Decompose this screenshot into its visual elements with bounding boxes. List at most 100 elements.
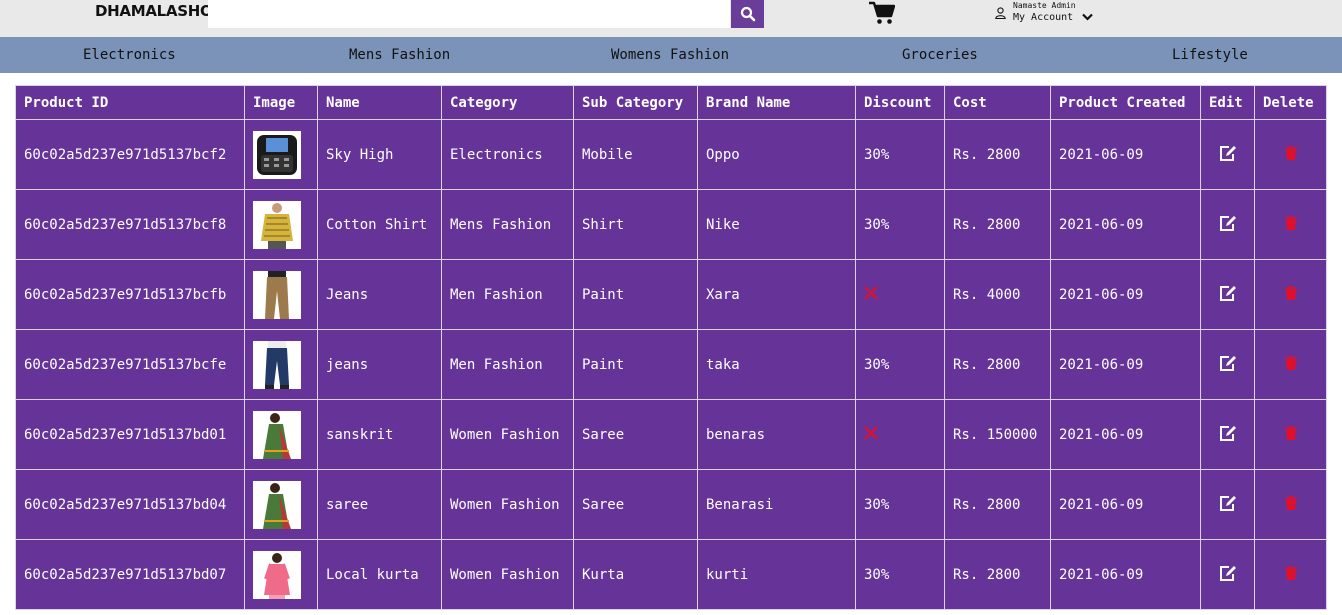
cell-delete: [1254, 189, 1327, 260]
cell-brand: kurti: [697, 539, 856, 610]
cell-image: [244, 189, 318, 260]
edit-icon[interactable]: [1219, 145, 1237, 161]
cell-discount: 30%: [855, 539, 945, 610]
cell-discount: 30%: [855, 329, 945, 400]
cell-cost: Rs. 2800: [944, 539, 1051, 610]
cell-discount: [855, 259, 945, 330]
cell-category: Women Fashion: [441, 539, 574, 610]
cell-brand: Oppo: [697, 119, 856, 190]
cell-category: Women Fashion: [441, 469, 574, 540]
cell-sub-category: Kurta: [573, 539, 698, 610]
product-image: [253, 550, 301, 599]
edit-icon[interactable]: [1219, 565, 1237, 581]
cell-brand: benaras: [697, 399, 856, 470]
cart-icon[interactable]: [869, 1, 895, 25]
account-label[interactable]: My Account: [1013, 12, 1073, 23]
cell-discount: 30%: [855, 469, 945, 540]
cell-discount: [855, 399, 945, 470]
trash-icon[interactable]: [1284, 355, 1297, 370]
cell-created: 2021-06-09: [1050, 119, 1201, 190]
cell-image: [244, 119, 318, 190]
trash-icon[interactable]: [1284, 285, 1297, 300]
table-row: 60c02a5d237e971d5137bcf2 Sky High Electron…: [15, 119, 1327, 190]
cell-name: jeans: [317, 329, 442, 400]
nav-item-mens-fashion[interactable]: Mens Fashion: [349, 37, 450, 73]
no-discount-icon: [864, 285, 878, 300]
nav-item-womens-fashion[interactable]: Womens Fashion: [611, 37, 729, 73]
product-image: [253, 270, 301, 319]
search-input[interactable]: [208, 0, 730, 28]
cell-delete: [1254, 469, 1327, 540]
cell-brand: Benarasi: [697, 469, 856, 540]
category-nav: Electronics Mens Fashion Womens Fashion …: [0, 37, 1342, 73]
cell-product-id: 60c02a5d237e971d5137bd04: [15, 469, 245, 540]
cell-brand: Xara: [697, 259, 856, 330]
nav-item-groceries[interactable]: Groceries: [902, 37, 978, 73]
column-header-product-created: Product Created: [1050, 85, 1201, 120]
cell-name: sanskrit: [317, 399, 442, 470]
cell-created: 2021-06-09: [1050, 259, 1201, 330]
cell-delete: [1254, 399, 1327, 470]
cell-edit: [1200, 259, 1255, 330]
cell-sub-category: Saree: [573, 469, 698, 540]
cell-delete: [1254, 329, 1327, 400]
cell-category: Men Fashion: [441, 259, 574, 330]
table-row: 60c02a5d237e971d5137bcf8 Cotton Shirt Mens…: [15, 189, 1327, 260]
search-icon: [740, 6, 755, 22]
column-header-brand-name: Brand Name: [697, 85, 856, 120]
chevron-down-icon[interactable]: [1082, 13, 1093, 21]
column-header-image: Image: [244, 85, 318, 120]
product-image: [253, 200, 301, 249]
cell-cost: Rs. 4000: [944, 259, 1051, 330]
edit-icon[interactable]: [1219, 215, 1237, 231]
trash-icon[interactable]: [1284, 425, 1297, 440]
cell-edit: [1200, 119, 1255, 190]
cell-edit: [1200, 189, 1255, 260]
table-row: 60c02a5d237e971d5137bd01 sanskrit Women Fa…: [15, 399, 1327, 470]
trash-icon[interactable]: [1284, 215, 1297, 230]
cell-discount: 30%: [855, 119, 945, 190]
edit-icon[interactable]: [1219, 495, 1237, 511]
trash-icon[interactable]: [1284, 565, 1297, 580]
table-header-row: Product ID Image Name Category Sub Categ…: [15, 85, 1327, 120]
cell-name: Cotton Shirt: [317, 189, 442, 260]
product-image: [253, 480, 301, 529]
user-icon: [995, 7, 1006, 19]
product-image: [253, 340, 301, 389]
product-image: [253, 130, 301, 179]
trash-icon[interactable]: [1284, 145, 1297, 160]
nav-item-lifestyle[interactable]: Lifestyle: [1172, 37, 1248, 73]
cell-cost: Rs. 2800: [944, 329, 1051, 400]
cell-category: Electronics: [441, 119, 574, 190]
column-header-sub-category: Sub Category: [573, 85, 698, 120]
edit-icon[interactable]: [1219, 425, 1237, 441]
edit-icon[interactable]: [1219, 355, 1237, 371]
column-header-name: Name: [317, 85, 442, 120]
cell-category: Women Fashion: [441, 399, 574, 470]
trash-icon[interactable]: [1284, 495, 1297, 510]
cell-created: 2021-06-09: [1050, 189, 1201, 260]
cell-product-id: 60c02a5d237e971d5137bcfe: [15, 329, 245, 400]
cell-product-id: 60c02a5d237e971d5137bcf8: [15, 189, 245, 260]
cell-sub-category: Saree: [573, 399, 698, 470]
cell-created: 2021-06-09: [1050, 399, 1201, 470]
cell-sub-category: Mobile: [573, 119, 698, 190]
cell-brand: Nike: [697, 189, 856, 260]
table-row: 60c02a5d237e971d5137bcfe jeans Men Fashion…: [15, 329, 1327, 400]
cell-delete: [1254, 259, 1327, 330]
search-button[interactable]: [731, 0, 764, 28]
table-row: 60c02a5d237e971d5137bd07 Local kurta Women…: [15, 539, 1327, 610]
cell-cost: Rs. 2800: [944, 469, 1051, 540]
cell-name: Local kurta: [317, 539, 442, 610]
cell-product-id: 60c02a5d237e971d5137bd01: [15, 399, 245, 470]
products-table-container: Product ID Image Name Category Sub Categ…: [15, 85, 1327, 610]
cell-image: [244, 469, 318, 540]
edit-icon[interactable]: [1219, 285, 1237, 301]
column-header-category: Category: [441, 85, 574, 120]
cell-image: [244, 329, 318, 400]
site-logo[interactable]: DHAMALASHOP: [95, 2, 223, 20]
nav-item-electronics[interactable]: Electronics: [83, 37, 176, 73]
cell-category: Mens Fashion: [441, 189, 574, 260]
cell-edit: [1200, 399, 1255, 470]
cell-sub-category: Paint: [573, 259, 698, 330]
